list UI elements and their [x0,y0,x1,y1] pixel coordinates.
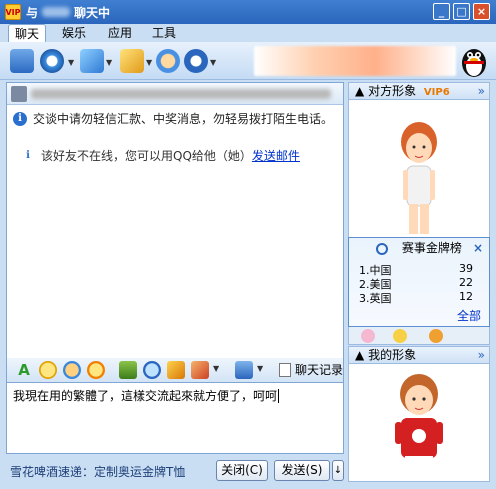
tab-apps[interactable]: 应用 [102,24,138,42]
medal-header: 赛事金牌榜 × [349,238,489,258]
tab-tools[interactable]: 工具 [146,24,182,42]
image-icon[interactable] [167,361,185,379]
send-mail-link[interactable]: 发送邮件 [252,147,300,164]
medal-count: 22 [459,276,473,289]
send-file-icon[interactable] [120,49,144,73]
contact-avatar[interactable] [11,86,27,102]
font-icon[interactable]: A [15,361,33,379]
tab-star-icon[interactable] [393,329,407,343]
tab-flower-icon[interactable] [361,329,375,343]
history-button[interactable]: 聊天记录 [279,361,343,378]
info-icon: i [26,149,30,161]
collapse-icon[interactable]: ▲ [355,348,364,362]
shake-icon[interactable] [87,361,105,379]
medal-row: 3.英国 12 [359,290,483,306]
all-medals-link[interactable]: 全部 [457,307,481,324]
magic-emoji-icon[interactable] [63,361,81,379]
chevron-down-icon[interactable]: ▼ [257,364,263,373]
medal-country: 英国 [369,292,392,305]
title-suffix: 聊天中 [74,6,111,20]
chevron-down-icon[interactable]: ▼ [146,58,152,67]
olympic-icon [376,242,389,255]
maximize-button[interactable]: □ [453,3,470,20]
close-icon[interactable]: × [473,238,483,258]
redacted-contact-name [42,7,70,17]
my-avatar-panel [348,364,490,482]
ad-banner[interactable] [254,46,456,76]
voice-call-icon[interactable] [80,49,104,73]
message-input-text: 我現在用的繁體了，這樣交流起來就方便了，呵呵 [13,389,278,403]
medal-rank: 3. [359,292,370,305]
bottom-bar: 雪花啤酒速递：定制奥运金牌T恤 关闭(C) 发送(S) ↓ [0,456,346,486]
send-options-button[interactable]: ↓ [332,460,344,481]
chevron-down-icon[interactable]: ▼ [106,58,112,67]
security-warning: i 交谈中请勿轻信汇款、中奖消息，勿轻易拨打陌生电话。 [13,110,333,127]
medal-count: 12 [459,290,473,303]
my-qq-show-avatar[interactable] [349,364,489,480]
add-friend-icon[interactable] [156,49,180,73]
group-chat-icon[interactable] [184,49,208,73]
other-qq-show-avatar[interactable] [349,100,489,236]
vip-badge: VIP6 [423,87,450,98]
voice-message-icon[interactable] [143,361,161,379]
message-input[interactable]: 我現在用的繁體了，這樣交流起來就方便了，呵呵 [6,382,344,454]
offline-notice: i 该好友不在线，您可以用QQ给他（她） 发送邮件 [21,147,300,164]
screen-capture-icon[interactable] [235,361,253,379]
close-window-button[interactable]: × [473,3,490,20]
video-call-icon[interactable] [10,49,34,73]
expand-icon[interactable]: » [478,347,485,363]
text-cursor [278,389,280,403]
medal-count: 39 [459,262,473,275]
send-button[interactable]: 发送(S) [274,460,330,481]
chat-toolbar: ▼ ▼ ▼ ▼ [0,42,496,80]
contact-info-bar [7,83,343,105]
format-toolbar: A ▼ ▼ 聊天记录 [6,358,344,382]
chevron-down-icon[interactable]: ▼ [213,364,219,373]
qq-vip-icon[interactable]: VIP [5,4,21,20]
expand-icon[interactable]: » [478,83,485,99]
close-button[interactable]: 关闭(C) [216,460,268,481]
tab-chat[interactable]: 聊天 [8,24,47,42]
music-icon[interactable] [191,361,209,379]
medal-standings-panel: 赛事金牌榜 × 1.中国 39 2.美国 22 3.英国 12 全部 [348,237,490,327]
right-sidebar: ▲ 对方形象 VIP6 » 赛事金牌榜 × 1.中国 39 2.美国 22 3.… [348,82,490,482]
other-image-header[interactable]: ▲ 对方形象 VIP6 » [348,82,490,100]
chevron-down-icon[interactable]: ▼ [68,58,74,67]
ad-text-link[interactable]: 雪花啤酒速递：定制奥运金牌T恤 [10,463,185,480]
title-bar: VIP 与 聊天中 _ □ × [0,0,496,24]
webcam-icon[interactable] [40,49,64,73]
minimize-button[interactable]: _ [433,3,450,20]
emoji-icon[interactable] [39,361,57,379]
my-image-header[interactable]: ▲ 我的形象 » [348,346,490,364]
tab-olympic-icon[interactable] [429,329,443,343]
medal-title: 赛事金牌榜 [401,241,462,255]
document-icon [279,362,291,377]
widget-tabs [348,327,490,345]
tab-entertainment[interactable]: 娱乐 [56,24,92,42]
collapse-icon[interactable]: ▲ [355,84,364,98]
history-label: 聊天记录 [295,363,344,377]
warning-text: 交谈中请勿轻信汇款、中奖消息，勿轻易拨打陌生电话。 [33,112,334,126]
info-icon: i [13,111,27,126]
menu-tabs: 聊天 娱乐 应用 工具 [0,24,496,42]
chevron-down-icon[interactable]: ▼ [210,58,216,67]
other-image-title: 对方形象 [368,84,417,98]
title-prefix: 与 [26,6,39,20]
screenshot-icon[interactable] [119,361,137,379]
qq-penguin-logo [462,49,486,77]
redacted-contact-signature [31,89,331,99]
other-avatar-panel [348,100,490,238]
my-image-title: 我的形象 [368,348,417,362]
offline-text: 该好友不在线，您可以用QQ给他（她） [41,149,252,163]
